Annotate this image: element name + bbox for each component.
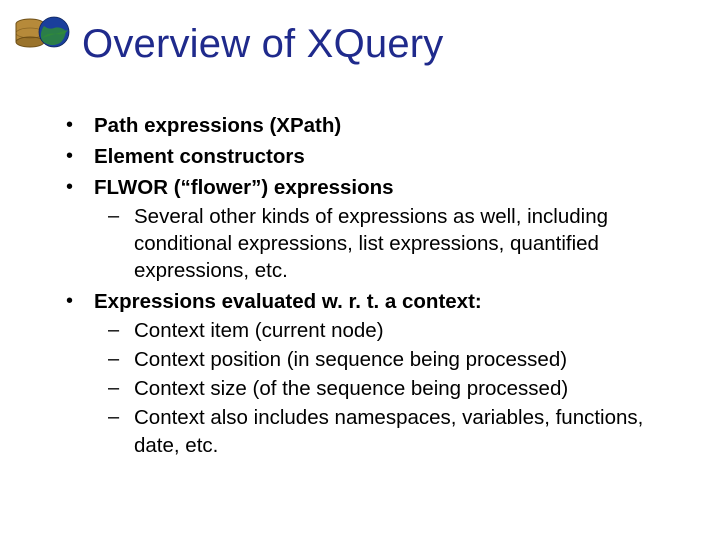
sub-bullet-text: Context also includes namespaces, variab… — [134, 406, 643, 456]
bullet-list: Path expressions (XPath) Element constru… — [54, 112, 692, 459]
sub-bullet-text: Context size (of the sequence being proc… — [134, 377, 568, 400]
sub-bullet-item: Context item (current node) — [94, 317, 692, 344]
sub-bullet-item: Context also includes namespaces, variab… — [94, 404, 692, 458]
sub-bullet-list: Several other kinds of expressions as we… — [94, 203, 692, 284]
sub-bullet-text: Context position (in sequence being proc… — [134, 348, 567, 371]
sub-bullet-item: Context size (of the sequence being proc… — [94, 375, 692, 402]
bullet-text: FLWOR (“flower”) expressions — [94, 176, 394, 199]
bullet-text: Element constructors — [94, 145, 305, 168]
slide-body: Path expressions (XPath) Element constru… — [54, 112, 692, 463]
bullet-item: Path expressions (XPath) — [54, 112, 692, 139]
bullet-item: Element constructors — [54, 143, 692, 170]
globe-database-icon — [14, 14, 72, 54]
bullet-item: Expressions evaluated w. r. t. a context… — [54, 288, 692, 458]
slide: Overview of XQuery Path expressions (XPa… — [0, 0, 720, 540]
sub-bullet-item: Context position (in sequence being proc… — [94, 346, 692, 373]
sub-bullet-item: Several other kinds of expressions as we… — [94, 203, 692, 284]
bullet-text: Path expressions (XPath) — [94, 114, 341, 137]
sub-bullet-text: Context item (current node) — [134, 319, 384, 342]
sub-bullet-text: Several other kinds of expressions as we… — [134, 205, 608, 282]
bullet-text: Expressions evaluated w. r. t. a context… — [94, 290, 482, 313]
bullet-item: FLWOR (“flower”) expressions Several oth… — [54, 174, 692, 284]
slide-title: Overview of XQuery — [82, 22, 444, 67]
sub-bullet-list: Context item (current node) Context posi… — [94, 317, 692, 458]
